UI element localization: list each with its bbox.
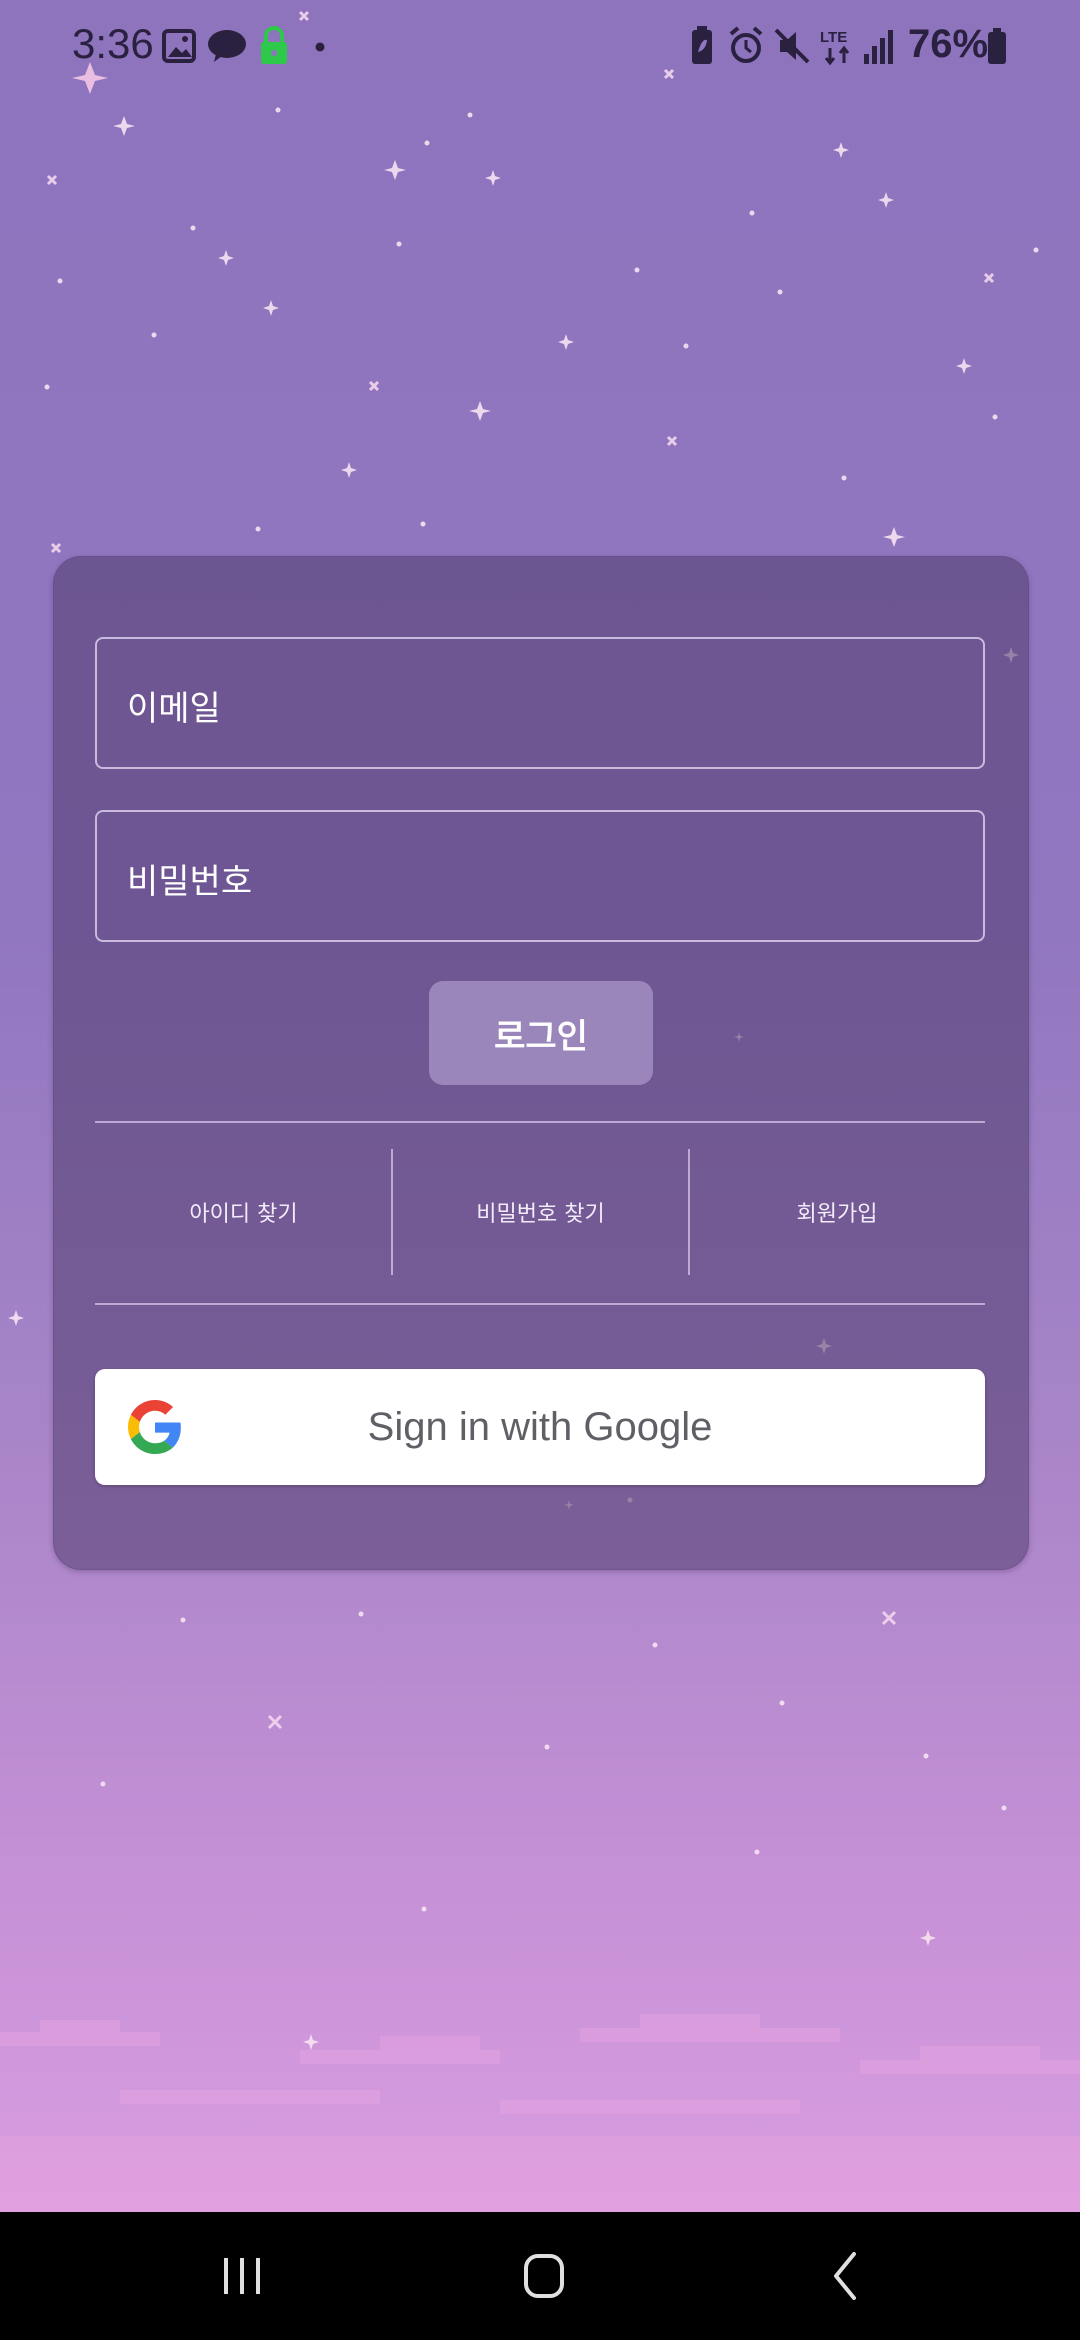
- find-password-link[interactable]: 비밀번호 찾기: [392, 1149, 689, 1275]
- lock-icon: [261, 26, 287, 64]
- login-card: 이메일 비밀번호 로그인 아이디 찾기 비밀번호 찾기 회원가입 Sign in…: [53, 556, 1029, 1570]
- divider: [95, 1303, 985, 1305]
- find-id-link[interactable]: 아이디 찾기: [95, 1149, 392, 1275]
- kakaotalk-icon: [208, 30, 246, 62]
- home-icon[interactable]: [484, 2236, 604, 2316]
- login-button[interactable]: 로그인: [429, 981, 653, 1085]
- google-sign-in-button[interactable]: Sign in with Google: [95, 1369, 985, 1485]
- mute-icon: [774, 28, 810, 64]
- signup-link[interactable]: 회원가입: [689, 1149, 985, 1275]
- password-placeholder: 비밀번호: [127, 862, 253, 902]
- password-field[interactable]: 비밀번호: [95, 810, 985, 942]
- signal-icon: [864, 30, 893, 64]
- status-time: 3:36: [72, 20, 154, 67]
- email-field[interactable]: 이메일: [95, 637, 985, 769]
- svg-text:LTE: LTE: [820, 29, 847, 46]
- battery-saver-icon: [692, 26, 712, 64]
- app-screen: 3:36 LTE 76% 이메일 비밀번호 로그인 아이디 찾기 비밀번호 찾기…: [0, 0, 1080, 2340]
- status-bar: 3:36 LTE 76%: [0, 0, 1080, 96]
- back-icon[interactable]: [786, 2236, 906, 2316]
- dot-icon: [315, 42, 325, 52]
- email-placeholder: 이메일: [127, 689, 221, 729]
- alarm-icon: [729, 26, 763, 63]
- recents-icon[interactable]: [182, 2236, 302, 2316]
- lte-icon: LTE: [820, 29, 850, 66]
- battery-icon: [988, 28, 1006, 64]
- google-sign-in-label: Sign in with Google: [367, 1404, 713, 1449]
- divider: [95, 1121, 985, 1123]
- clouds-decoration: [0, 2014, 1080, 2212]
- navigation-bar: [0, 2212, 1080, 2340]
- gallery-icon: [162, 29, 196, 63]
- battery-percentage: 76%: [908, 22, 989, 66]
